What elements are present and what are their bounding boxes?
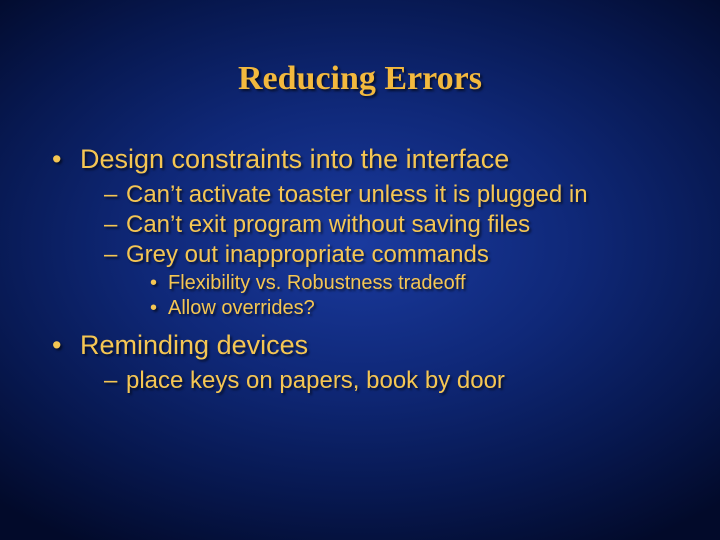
- bullet-level2: Grey out inappropriate commands: [52, 240, 680, 269]
- slide-content: Design constraints into the interface Ca…: [52, 138, 680, 397]
- bullet-level1: Design constraints into the interface: [52, 144, 680, 176]
- bullet-level2: Can’t exit program without saving files: [52, 210, 680, 239]
- bullet-level2: Can’t activate toaster unless it is plug…: [52, 180, 680, 209]
- bullet-level2: place keys on papers, book by door: [52, 366, 680, 395]
- slide-title: Reducing Errors: [0, 60, 720, 98]
- bullet-level3: Flexibility vs. Robustness tradeoff: [52, 271, 680, 295]
- bullet-level1: Reminding devices: [52, 330, 680, 362]
- bullet-level3: Allow overrides?: [52, 296, 680, 320]
- slide: Reducing Errors Design constraints into …: [0, 0, 720, 540]
